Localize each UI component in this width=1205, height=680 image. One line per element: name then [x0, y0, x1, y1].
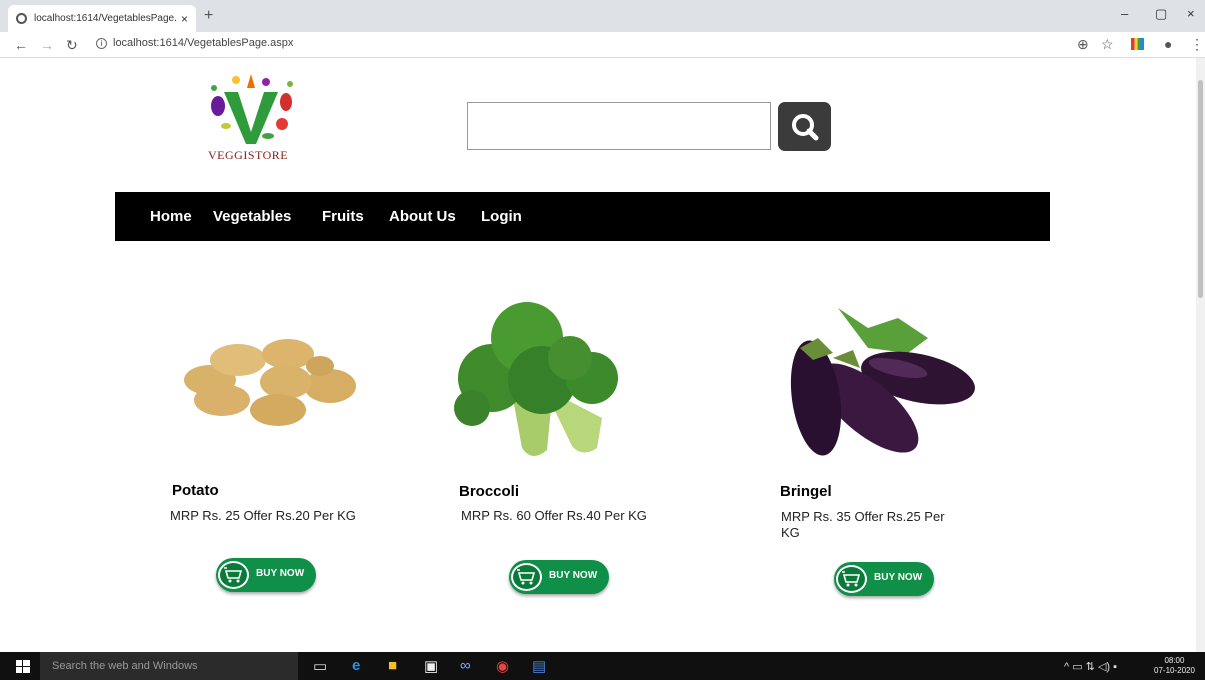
clock-time: 08:00 — [1164, 656, 1185, 665]
chrome-icon[interactable]: ◉ — [496, 657, 509, 675]
buy-now-label: BUY NOW — [256, 568, 305, 579]
minimize-button[interactable]: – — [1121, 6, 1128, 21]
system-tray-icons[interactable]: ^ ▭ ⇅ ◁) ▪ — [1064, 660, 1117, 673]
cart-icon — [836, 565, 867, 593]
word-icon[interactable]: ▤ — [532, 657, 546, 675]
file-explorer-icon[interactable]: ■ — [388, 657, 397, 674]
product-price: MRP Rs. 35 Offer Rs.25 Per KG — [781, 509, 945, 540]
product-name: Broccoli — [459, 483, 520, 500]
taskbar-search-input[interactable]: Search the web and Windows — [40, 652, 298, 680]
tab-title: localhost:1614/VegetablesPage.a — [34, 13, 177, 24]
main-nav: Home Vegetables Fruits About Us Login — [115, 192, 1050, 241]
url-text: localhost:1614/VegetablesPage.aspx — [113, 37, 294, 49]
search-icon — [792, 114, 819, 141]
globe-icon — [16, 13, 27, 24]
maximize-button[interactable]: ▢ — [1155, 6, 1167, 22]
edge-icon[interactable]: e — [352, 657, 360, 674]
buy-now-label: BUY NOW — [549, 570, 598, 581]
broccoli-image — [454, 302, 618, 457]
search-button[interactable] — [778, 102, 831, 151]
nav-fruits[interactable]: Fruits — [322, 208, 364, 225]
tab-close-icon[interactable]: × — [181, 12, 188, 26]
task-view-icon[interactable]: ▭ — [313, 657, 327, 675]
scrollbar-thumb[interactable] — [1198, 80, 1203, 298]
potato-image — [184, 339, 356, 426]
nav-home[interactable]: Home — [150, 208, 192, 225]
logo-text: VEGGISTORE — [208, 148, 289, 162]
zoom-icon[interactable]: ⊕ — [1077, 36, 1089, 53]
menu-icon[interactable]: ⋮ — [1190, 36, 1204, 53]
address-bar[interactable]: i localhost:1614/VegetablesPage.aspx — [96, 37, 293, 49]
nav-about-us[interactable]: About Us — [389, 208, 456, 225]
buy-now-label: BUY NOW — [874, 572, 923, 583]
buy-now-button[interactable]: BUY NOW — [509, 560, 609, 594]
buy-now-button[interactable]: BUY NOW — [216, 558, 316, 592]
cart-icon — [511, 563, 542, 591]
product-name: Bringel — [780, 483, 832, 500]
browser-toolbar: ← → ↻ i localhost:1614/VegetablesPage.asp… — [0, 32, 1205, 58]
forward-arrow-icon[interactable]: → — [40, 37, 54, 53]
browser-tab-bar: localhost:1614/VegetablesPage.a × + – ▢ … — [0, 0, 1205, 32]
browser-tab[interactable]: localhost:1614/VegetablesPage.a × — [8, 5, 196, 32]
windows-start-icon[interactable] — [16, 660, 30, 673]
page-scrollbar[interactable] — [1196, 58, 1205, 652]
taskbar-clock[interactable]: 08:00 07-10-2020 — [1154, 656, 1195, 676]
extension-icon[interactable] — [1131, 38, 1144, 50]
nav-vegetables[interactable]: Vegetables — [213, 208, 291, 225]
web-page: VEGGISTORE Home Vegetables Fruits About … — [0, 58, 1196, 652]
product-price: MRP Rs. 60 Offer Rs.40 Per KG — [461, 508, 647, 523]
product-price: MRP Rs. 25 Offer Rs.20 Per KG — [170, 508, 356, 523]
search-input[interactable] — [467, 102, 771, 150]
clock-date: 07-10-2020 — [1154, 666, 1195, 675]
profile-icon[interactable]: ● — [1164, 36, 1172, 52]
windows-taskbar: Search the web and Windows ▭ e ■ ▣ ∞ ◉ ▤… — [0, 652, 1205, 680]
product-name: Potato — [172, 482, 219, 499]
new-tab-button[interactable]: + — [204, 7, 213, 25]
nav-login[interactable]: Login — [481, 208, 522, 225]
app-icon[interactable]: ∞ — [460, 657, 471, 674]
info-icon[interactable]: i — [96, 38, 107, 49]
back-arrow-icon[interactable]: ← — [14, 37, 28, 53]
reload-icon[interactable]: ↻ — [66, 37, 78, 54]
buy-now-button[interactable]: BUY NOW — [834, 562, 934, 596]
star-icon[interactable]: ☆ — [1101, 36, 1114, 53]
cart-icon — [218, 561, 249, 589]
brinjal-image — [790, 308, 975, 456]
close-window-button[interactable]: × — [1187, 6, 1195, 21]
store-icon[interactable]: ▣ — [424, 657, 438, 675]
